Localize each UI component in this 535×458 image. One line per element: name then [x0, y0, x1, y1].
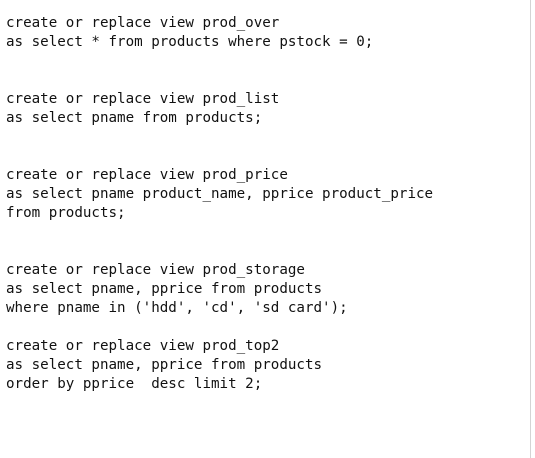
code-line[interactable]: where pname in ('hdd', 'cd', 'sd card');: [6, 299, 348, 318]
code-line[interactable]: order by pprice desc limit 2;: [6, 375, 262, 394]
code-line[interactable]: create or replace view prod_top2: [6, 337, 279, 356]
code-line[interactable]: as select pname, pprice from products: [6, 280, 322, 299]
sql-editor[interactable]: create or replace view prod_over as sele…: [0, 0, 531, 458]
code-line[interactable]: create or replace view prod_price: [6, 166, 288, 185]
code-line[interactable]: from products;: [6, 204, 126, 223]
code-line[interactable]: as select pname from products;: [6, 109, 262, 128]
code-line[interactable]: as select pname product_name, pprice pro…: [6, 185, 433, 204]
code-line[interactable]: as select * from products where pstock =…: [6, 33, 373, 52]
code-line[interactable]: create or replace view prod_list: [6, 90, 279, 109]
code-line[interactable]: create or replace view prod_storage: [6, 261, 305, 280]
code-line[interactable]: create or replace view prod_over: [6, 14, 279, 33]
vertical-scrollbar[interactable]: [531, 70, 535, 410]
code-line[interactable]: as select pname, pprice from products: [6, 356, 322, 375]
